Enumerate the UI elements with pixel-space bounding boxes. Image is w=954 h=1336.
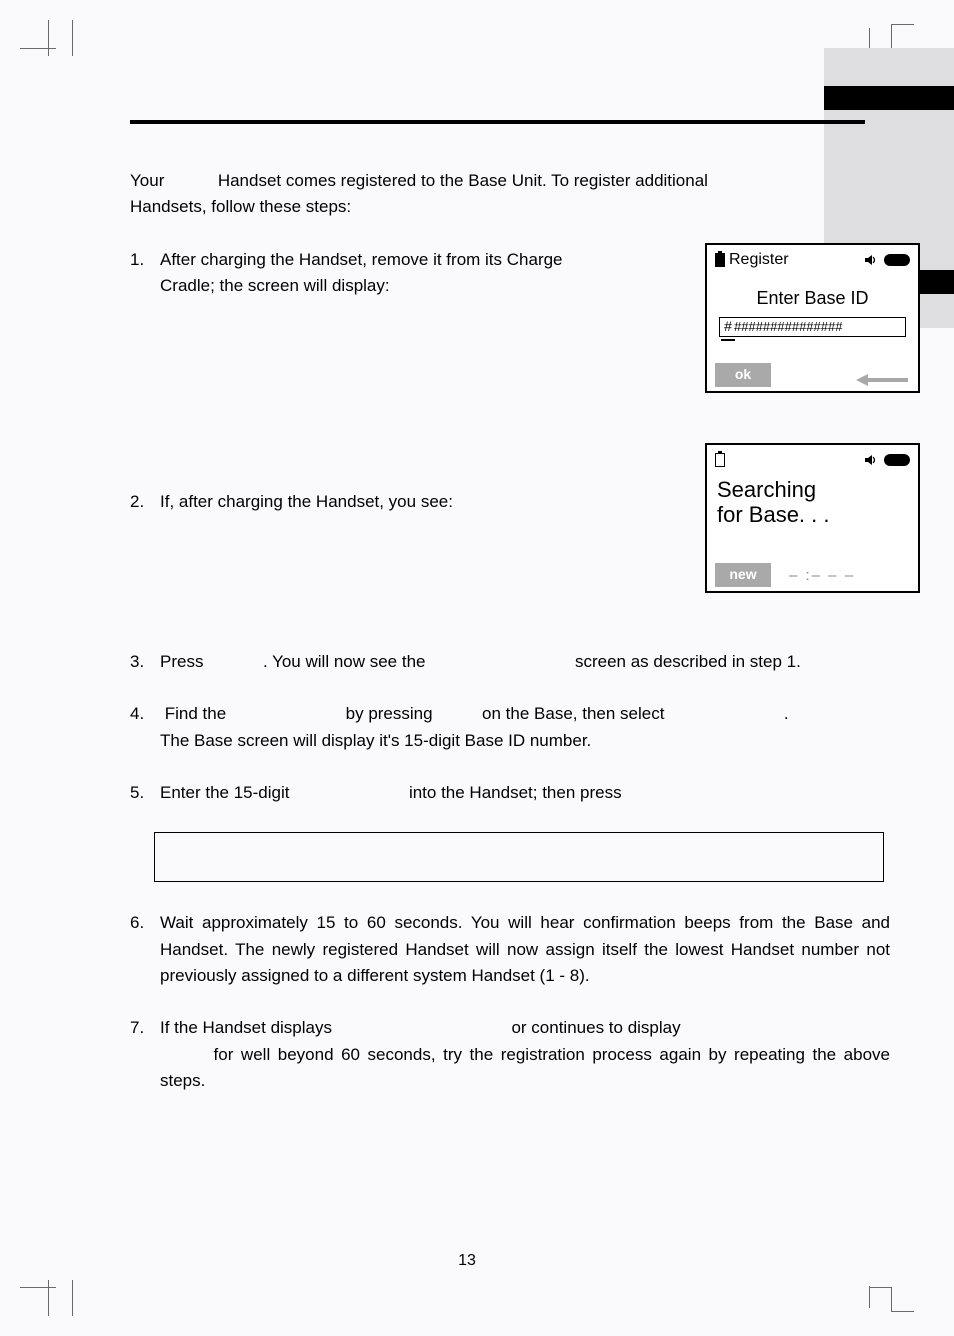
step-1-text: After charging the Handset, remove it fr… (160, 247, 580, 300)
step-3-c: screen as described in step 1. (575, 652, 801, 671)
signal-pill-icon (884, 454, 910, 466)
intro-text-2: Handset comes registered to the Base Uni… (218, 171, 708, 190)
time-placeholder: – :– – – (789, 564, 855, 587)
step-4-a: Find the (165, 704, 226, 723)
section-rule (130, 120, 865, 124)
back-arrow-icon (854, 373, 910, 387)
right-black-bar-1 (824, 86, 954, 110)
steps-list-continued: Wait approximately 15 to 60 seconds. You… (130, 910, 890, 1094)
lcd-register-screen: Register Enter Base ID ################ (705, 243, 920, 393)
battery-icon (715, 453, 725, 467)
lcd-body: Enter Base ID ################ (715, 275, 910, 363)
speaker-icon (864, 454, 878, 466)
step-7-c: for well beyond 60 seconds, try the regi… (160, 1045, 890, 1090)
lcd-body: Searching for Base. . . (715, 475, 910, 563)
soft-key-new: new (715, 563, 771, 587)
signal-pill-icon (884, 254, 910, 266)
step-7-a: If the Handset displays (160, 1018, 332, 1037)
lcd-title: Register (729, 248, 789, 273)
lcd-status-bar (715, 451, 910, 469)
step-3: Press . You will now see the screen as d… (130, 649, 890, 675)
step-3-b: . You will now see the (263, 652, 426, 671)
step-7-b: or continues to display (511, 1018, 680, 1037)
step-3-a: Press (160, 652, 203, 671)
hash-first-char: # (722, 316, 734, 338)
lcd-softkeys: new – :– – – (715, 563, 910, 587)
step-2: If, after charging the Handset, you see:… (130, 443, 890, 623)
lcd-status-bar: Register (715, 251, 910, 269)
step-4-line2: The Base screen will display it's 15-dig… (160, 731, 591, 750)
searching-line-2: for Base. . . (717, 502, 830, 527)
steps-list: After charging the Handset, remove it fr… (130, 247, 890, 806)
step-4: Find the by pressing on the Base, then s… (130, 701, 890, 754)
hash-rest: ############### (734, 317, 842, 337)
step-2-text: If, after charging the Handset, you see: (160, 489, 580, 515)
speaker-icon (864, 254, 878, 266)
searching-line-1: Searching (717, 477, 816, 502)
step-5-a: Enter the 15-digit (160, 783, 289, 802)
step-6: Wait approximately 15 to 60 seconds. You… (130, 910, 890, 989)
page-number: 13 (130, 1252, 804, 1270)
step-1: After charging the Handset, remove it fr… (130, 247, 890, 417)
step-6-text: Wait approximately 15 to 60 seconds. You… (160, 910, 890, 989)
step-4-d: . (784, 704, 789, 723)
step-5-b: into the Handset; then press (409, 783, 622, 802)
battery-icon (715, 253, 725, 267)
lcd-softkeys: ok (715, 363, 910, 387)
lcd-searching-screen: Searching for Base. . . new – :– – – (705, 443, 920, 593)
soft-key-ok: ok (715, 363, 771, 387)
note-box (154, 832, 884, 882)
step-4-c: on the Base, then select (482, 704, 664, 723)
step-4-b: by pressing (346, 704, 433, 723)
intro-text-3: Handsets, follow these steps: (130, 197, 351, 216)
enter-base-id-label: Enter Base ID (715, 285, 910, 313)
intro-paragraph: Your Handset comes registered to the Bas… (130, 168, 830, 219)
step-5: Enter the 15-digit into the Handset; the… (130, 780, 890, 806)
intro-text-1: Your (130, 171, 164, 190)
base-id-input: ################ (719, 317, 906, 337)
page-content: Your Handset comes registered to the Bas… (130, 120, 804, 1276)
step-7: If the Handset displays or continues to … (130, 1015, 890, 1094)
